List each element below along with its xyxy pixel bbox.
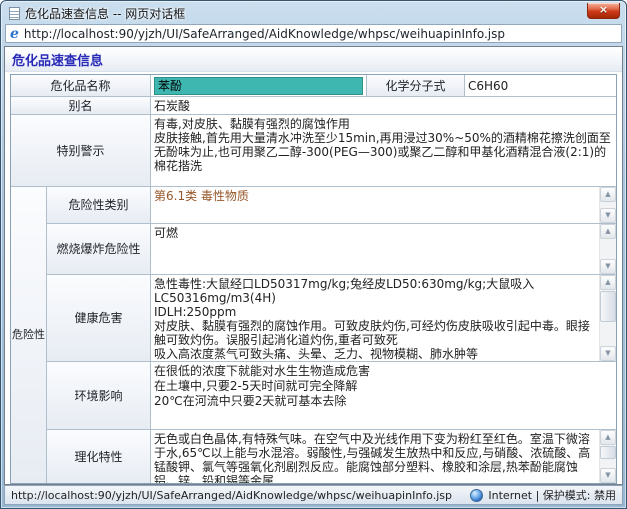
hazard-group-label: 危险性 (11, 187, 47, 483)
status-bar: http://localhost:90/yjzh/UI/SafeArranged… (4, 485, 623, 505)
page-content: 危化品速查信息 危化品名称 化学分子式 C6H60 别名 石炭酸 特别警示 有 (4, 46, 623, 485)
table-row-hazard-class: 危险性类别 第6.1类 毒性物质 ▲ ▼ (47, 187, 616, 224)
health-cell: 急性毒性:大鼠经口LD50317mg/kg;兔经皮LD50:630mg/kg;大… (151, 275, 616, 362)
table-row-physchem: 理化特性 无色或白色晶体,有特殊气味。在空气中及光线作用下变为粉红至红色。室温下… (47, 430, 616, 483)
address-bar: e http://localhost:90/yjzh/UI/SafeArrang… (4, 22, 623, 46)
hazard-class-value: 第6.1类 毒性物质 (154, 189, 597, 204)
scroll-up-icon[interactable]: ▲ (600, 275, 616, 290)
internet-globe-icon (470, 489, 483, 502)
scroll-up-icon[interactable]: ▲ (600, 430, 616, 445)
alias-value: 石炭酸 (151, 97, 616, 115)
address-field: e http://localhost:90/yjzh/UI/SafeArrang… (5, 24, 622, 43)
physchem-cell: 无色或白色晶体,有特殊气味。在空气中及光线作用下变为粉红至红色。室温下微溶于水,… (151, 430, 616, 483)
scroll-down-icon[interactable]: ▼ (600, 259, 616, 274)
ie-icon: e (10, 27, 19, 41)
warning-label: 特别警示 (11, 115, 151, 187)
table-row-warning: 特别警示 有毒,对皮肤、黏膜有强烈的腐蚀作用 皮肤接触,首先用大量清水冲洗至少1… (11, 115, 616, 187)
chemical-name-input[interactable] (154, 77, 363, 95)
physchem-label: 理化特性 (47, 430, 151, 483)
table-row-alias: 别名 石炭酸 (11, 97, 616, 115)
flammability-label: 燃烧爆炸危险性 (47, 224, 151, 275)
close-button[interactable]: × (587, 3, 620, 19)
physchem-scrollbar[interactable]: ▲ ▼ (599, 430, 616, 483)
alias-label: 别名 (11, 97, 151, 115)
title-bar[interactable]: 危化品速查信息 -- 网页对话框 × (4, 1, 623, 22)
chemical-info-table: 危化品名称 化学分子式 C6H60 别名 石炭酸 特别警示 有毒,对皮肤、黏膜有… (10, 74, 617, 484)
page-title: 危化品速查信息 (5, 47, 622, 72)
formula-label: 化学分子式 (367, 75, 465, 97)
scroll-thumb[interactable] (600, 446, 616, 459)
hazard-class-cell: 第6.1类 毒性物质 ▲ ▼ (151, 187, 616, 224)
hazard-class-label: 危险性类别 (47, 187, 151, 224)
scroll-down-icon[interactable]: ▼ (600, 468, 616, 483)
warning-value: 有毒,对皮肤、黏膜有强烈的腐蚀作用 皮肤接触,首先用大量清水冲洗至少15min,… (154, 117, 613, 173)
security-zone-label: Internet | 保护模式: 禁用 (488, 487, 616, 503)
window-title: 危化品速查信息 -- 网页对话框 (25, 5, 582, 22)
health-label: 健康危害 (47, 275, 151, 362)
dialog-window: 危化品速查信息 -- 网页对话框 × e http://localhost:90… (0, 0, 627, 509)
formula-value: C6H60 (465, 75, 616, 97)
name-label: 危化品名称 (11, 75, 151, 97)
address-url: http://localhost:90/yjzh/UI/SafeArranged… (24, 27, 505, 41)
table-row-flammability: 燃烧爆炸危险性 可燃 ▲ ▼ (47, 224, 616, 275)
name-cell (151, 75, 367, 97)
security-zone: Internet | 保护模式: 禁用 (470, 487, 616, 503)
scroll-track[interactable] (600, 239, 616, 259)
health-value: 急性毒性:大鼠经口LD50317mg/kg;兔经皮LD50:630mg/kg;大… (154, 277, 597, 361)
scroll-track[interactable] (600, 290, 616, 346)
scroll-up-icon[interactable]: ▲ (600, 187, 616, 202)
dialog-page-icon (9, 7, 20, 20)
flammability-cell: 可燃 ▲ ▼ (151, 224, 616, 275)
scroll-down-icon[interactable]: ▼ (600, 208, 616, 223)
flammability-scrollbar[interactable]: ▲ ▼ (599, 224, 616, 274)
environment-cell: 在很低的浓度下就能对水生生物造成危害 在土壤中,只要2-5天时间就可完全降解 2… (151, 362, 616, 430)
scroll-up-icon[interactable]: ▲ (600, 224, 616, 239)
status-url: http://localhost:90/yjzh/UI/SafeArranged… (11, 489, 462, 502)
physchem-value: 无色或白色晶体,有特殊气味。在空气中及光线作用下变为粉红至红色。室温下微溶于水,… (154, 432, 597, 483)
warning-cell: 有毒,对皮肤、黏膜有强烈的腐蚀作用 皮肤接触,首先用大量清水冲洗至少15min,… (151, 115, 616, 187)
table-row-name: 危化品名称 化学分子式 C6H60 (11, 75, 616, 97)
table-row-environment: 环境影响 在很低的浓度下就能对水生生物造成危害 在土壤中,只要2-5天时间就可完… (47, 362, 616, 430)
health-scrollbar[interactable]: ▲ ▼ (599, 275, 616, 361)
scroll-thumb[interactable] (600, 291, 616, 322)
flammability-value: 可燃 (154, 226, 597, 241)
scroll-down-icon[interactable]: ▼ (600, 346, 616, 361)
environment-value: 在很低的浓度下就能对水生生物造成危害 在土壤中,只要2-5天时间就可完全降解 2… (154, 364, 613, 409)
hazard-rows: 危险性类别 第6.1类 毒性物质 ▲ ▼ 燃烧爆炸危险性 (47, 187, 616, 483)
table-row-health: 健康危害 急性毒性:大鼠经口LD50317mg/kg;兔经皮LD50:630mg… (47, 275, 616, 362)
scroll-track[interactable] (600, 202, 616, 208)
environment-label: 环境影响 (47, 362, 151, 430)
hazard-class-scrollbar[interactable]: ▲ ▼ (599, 187, 616, 223)
scroll-track[interactable] (600, 445, 616, 468)
hazard-section: 危险性 危险性类别 第6.1类 毒性物质 ▲ ▼ (11, 187, 616, 483)
